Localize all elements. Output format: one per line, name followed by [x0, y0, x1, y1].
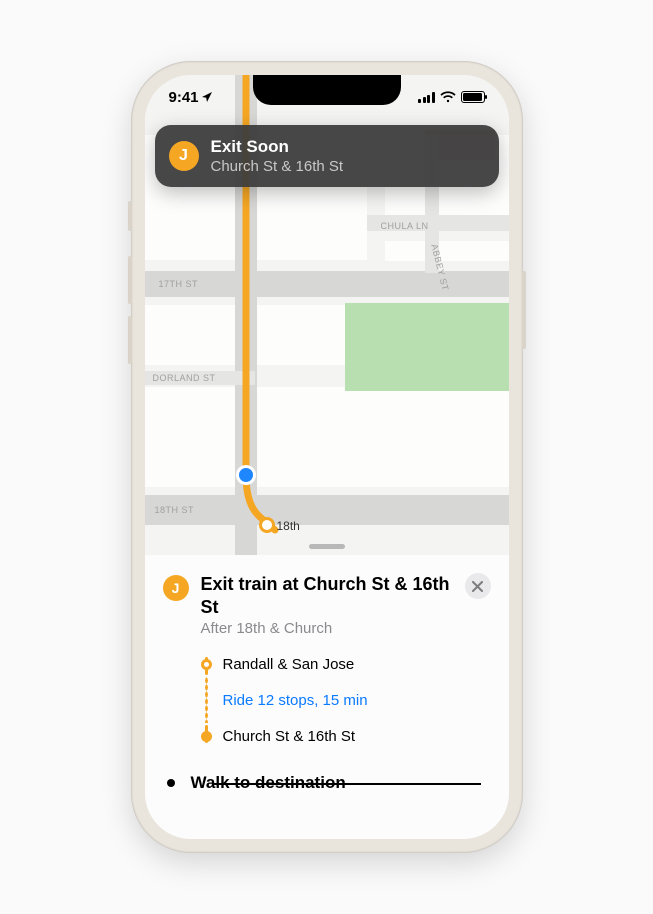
status-bar: 9:41: [145, 75, 509, 119]
location-arrow-icon: [201, 91, 213, 103]
exit-soon-banner[interactable]: J Exit Soon Church St & 16th St: [155, 125, 499, 187]
walk-bullet-icon: [167, 779, 175, 787]
screen-edge-line: [213, 783, 481, 785]
sheet-grabber[interactable]: [309, 544, 345, 549]
street-label-dorland: DORLAND ST: [153, 373, 216, 383]
volume-up-button: [128, 256, 132, 304]
power-button: [522, 271, 526, 349]
walk-step[interactable]: Walk to destination: [163, 773, 491, 793]
origin-label: Randall & San Jose: [223, 656, 355, 673]
clock: 9:41: [169, 89, 199, 106]
sheet-header: J Exit train at Church St & 16th St Afte…: [163, 573, 491, 637]
route-origin: Randall & San Jose: [201, 651, 491, 677]
route-destination: Church St & 16th St: [201, 723, 491, 749]
close-button[interactable]: [465, 573, 491, 599]
stop-label: 18th: [277, 519, 300, 533]
street-label-17th: 17TH ST: [159, 279, 199, 289]
status-time: 9:41: [169, 89, 213, 106]
phone-frame: 9:41: [131, 61, 523, 853]
screen: 9:41: [145, 75, 509, 839]
banner-subtitle: Church St & 16th St: [211, 158, 344, 175]
step-title: Exit train at Church St & 16th St: [201, 573, 461, 618]
battery-icon: [461, 91, 485, 103]
step-subtitle: After 18th & Church: [201, 620, 461, 637]
line-badge-icon: J: [169, 141, 199, 171]
route-ride-info[interactable]: Ride 12 stops, 15 min: [201, 687, 491, 713]
cellular-signal-icon: [418, 92, 435, 103]
route-detail: Randall & San Jose Ride 12 stops, 15 min…: [201, 651, 491, 749]
street-label-chula: CHULA LN: [381, 221, 429, 231]
street-label-18th: 18TH ST: [155, 505, 195, 515]
banner-title: Exit Soon: [211, 137, 344, 157]
sheet-line-badge-icon: J: [163, 575, 189, 601]
destination-label: Church St & 16th St: [223, 728, 356, 745]
ride-info-label: Ride 12 stops, 15 min: [223, 692, 368, 709]
volume-down-button: [128, 316, 132, 364]
mute-switch: [128, 201, 132, 231]
directions-sheet[interactable]: J Exit train at Church St & 16th St Afte…: [145, 555, 509, 839]
close-icon: [472, 581, 483, 592]
wifi-icon: [440, 91, 456, 103]
